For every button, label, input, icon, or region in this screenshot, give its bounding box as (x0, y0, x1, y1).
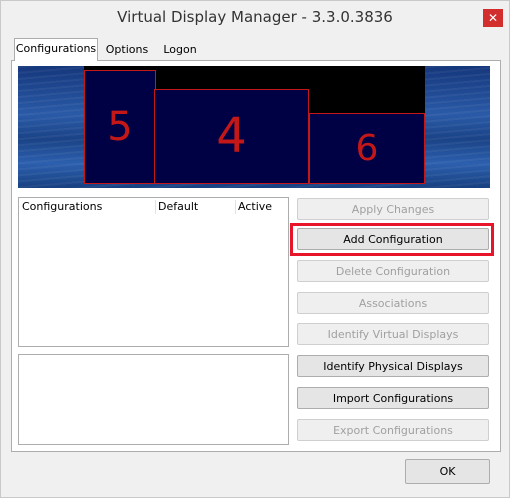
export-configurations-button[interactable]: Export Configurations (297, 419, 489, 441)
column-header-default[interactable]: Default (158, 198, 234, 215)
display-5[interactable]: 5 (84, 70, 156, 184)
display-4[interactable]: 4 (154, 89, 309, 184)
tab-logon[interactable]: Logon (157, 40, 203, 60)
associations-button[interactable]: Associations (297, 292, 489, 314)
identify-physical-displays-button[interactable]: Identify Physical Displays (297, 355, 489, 377)
window-title: Virtual Display Manager - 3.3.0.3836 (117, 8, 393, 26)
import-configurations-button[interactable]: Import Configurations (297, 387, 489, 409)
column-header-active[interactable]: Active (238, 198, 286, 215)
column-header-configurations[interactable]: Configurations (22, 198, 152, 215)
close-icon: ✕ (487, 11, 499, 25)
identify-virtual-displays-button[interactable]: Identify Virtual Displays (297, 323, 489, 345)
delete-configuration-button[interactable]: Delete Configuration (297, 260, 489, 282)
configuration-details-box (18, 354, 289, 445)
tab-configurations[interactable]: Configurations (14, 38, 98, 61)
close-button[interactable]: ✕ (483, 9, 503, 27)
title-bar[interactable]: Virtual Display Manager - 3.3.0.3836 ✕ (1, 1, 509, 33)
configurations-list[interactable]: Configurations Default Active (18, 197, 289, 347)
highlight-box (290, 223, 494, 256)
ok-button[interactable]: OK (405, 459, 490, 484)
tab-options[interactable]: Options (101, 40, 153, 60)
display-layout-preview: 5 4 6 (18, 66, 490, 188)
display-6[interactable]: 6 (309, 113, 425, 184)
apply-changes-button[interactable]: Apply Changes (297, 198, 489, 220)
